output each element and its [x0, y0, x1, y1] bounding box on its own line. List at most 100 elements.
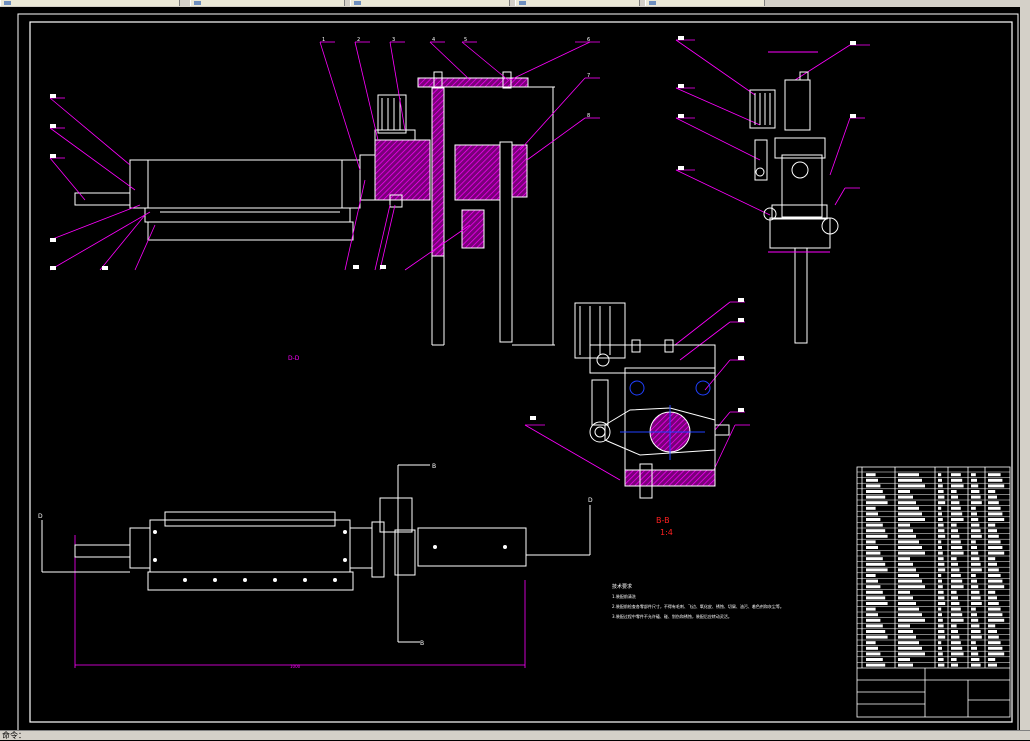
bom-cell — [938, 557, 944, 561]
document-tab[interactable] — [0, 0, 180, 6]
bom-cell — [866, 613, 878, 617]
bom-cell — [866, 557, 883, 561]
bom-cell — [951, 646, 963, 650]
bom-cell — [898, 478, 922, 482]
bom-cell — [938, 562, 945, 566]
bom-cell — [938, 534, 946, 538]
bom-cell — [866, 652, 881, 656]
section-label: B-B — [656, 516, 670, 525]
bom-cell — [951, 658, 957, 661]
bom-cell — [971, 484, 979, 488]
bom-cell — [971, 607, 976, 611]
bom-cell — [898, 546, 922, 549]
bom-cell — [988, 484, 1005, 488]
bom-cell — [898, 529, 913, 533]
bom-cell — [938, 501, 946, 505]
bom-cell — [971, 501, 982, 505]
bom-cell — [971, 658, 980, 661]
bom-cell — [988, 512, 1003, 516]
bom-cell — [898, 658, 910, 661]
bom-cell — [951, 663, 958, 667]
bom-cell — [866, 540, 876, 544]
bom-cell — [971, 613, 977, 617]
bom-cell — [951, 574, 961, 577]
bom-cell — [951, 484, 964, 488]
bom-cell — [951, 540, 961, 544]
bom-cell — [866, 618, 881, 622]
section-mark-b-top: B — [432, 463, 436, 470]
bom-cell — [988, 596, 997, 600]
outer-frame — [17, 13, 1019, 733]
section-mark-b-bottom: B — [420, 640, 424, 647]
bom-cell — [951, 652, 964, 656]
bom-cell — [971, 551, 979, 555]
bom-cell — [971, 478, 977, 482]
bom-cell — [971, 473, 976, 477]
bom-cell — [988, 641, 1001, 645]
section-bb-view — [574, 302, 730, 499]
technical-requirements: 技术要求 1.装配前清洗 2.装配前检查各零部件尺寸，不得有毛刺、飞边、氧化皮、… — [612, 583, 784, 619]
document-icon — [194, 1, 201, 5]
bom-cell — [938, 568, 946, 572]
bom-cell — [988, 551, 1005, 555]
command-line[interactable]: 命令： — [0, 730, 1030, 740]
bom-cell — [951, 590, 957, 594]
bom-cell — [938, 658, 944, 661]
bom-cell — [938, 624, 944, 628]
bom-cell — [866, 490, 883, 493]
bom-cell — [866, 596, 886, 600]
bom-cell — [971, 495, 981, 499]
bom-cell — [971, 546, 977, 549]
bom-cell — [866, 529, 886, 533]
bom-cell — [951, 534, 960, 538]
bom-cell — [971, 512, 977, 516]
bom-cell — [988, 518, 1005, 521]
bom-cell — [971, 624, 980, 628]
bom-cell — [898, 646, 922, 650]
part-number: 2 — [357, 37, 360, 43]
bom-cell — [938, 646, 942, 650]
bom-cell — [938, 618, 943, 622]
document-tab[interactable] — [515, 0, 640, 6]
bom-cell — [951, 568, 960, 572]
bom-cell — [938, 529, 945, 533]
bom-cell — [898, 652, 925, 656]
bom-cell — [988, 590, 996, 594]
bom-cell — [951, 624, 957, 628]
leader-lines — [49, 39, 870, 668]
part-number: 6 — [587, 37, 590, 43]
document-tab[interactable] — [350, 0, 510, 6]
drawing-canvas[interactable]: 1 2 3 4 5 6 7 8 D-D B-B 1:4 B B D D 1000… — [0, 7, 1020, 733]
bom-cell — [938, 613, 942, 617]
document-icon — [354, 1, 361, 5]
bom-cell — [938, 630, 945, 633]
bom-cell — [866, 635, 888, 639]
bom-cell — [951, 579, 963, 583]
bom-cell — [971, 540, 976, 544]
bom-cell — [866, 518, 881, 521]
bom-cell — [898, 618, 925, 622]
bom-cell — [971, 585, 979, 589]
bom-cell — [971, 641, 976, 645]
vertical-scrollbar[interactable] — [1020, 7, 1030, 730]
bom-cell — [938, 574, 942, 577]
bom-cell — [938, 546, 942, 549]
bom-cell — [898, 602, 916, 605]
dimension-overall: 1000 — [290, 664, 301, 669]
bom-cell — [951, 490, 957, 493]
bom-cell — [988, 568, 999, 572]
document-tab[interactable] — [645, 0, 765, 6]
bom-cell — [988, 490, 996, 493]
bom-cell — [898, 490, 910, 493]
bom-cell — [988, 478, 1003, 482]
bom-cell — [971, 652, 979, 656]
bom-cell — [938, 585, 943, 589]
bom-cell — [866, 574, 876, 577]
bom-cell — [898, 523, 910, 527]
bom-cell — [898, 590, 910, 594]
bom-cell — [971, 534, 982, 538]
bom-cell — [898, 574, 919, 577]
document-tab[interactable] — [190, 0, 345, 6]
view-label-dd: D-D — [288, 355, 300, 362]
bom-cell — [988, 635, 999, 639]
